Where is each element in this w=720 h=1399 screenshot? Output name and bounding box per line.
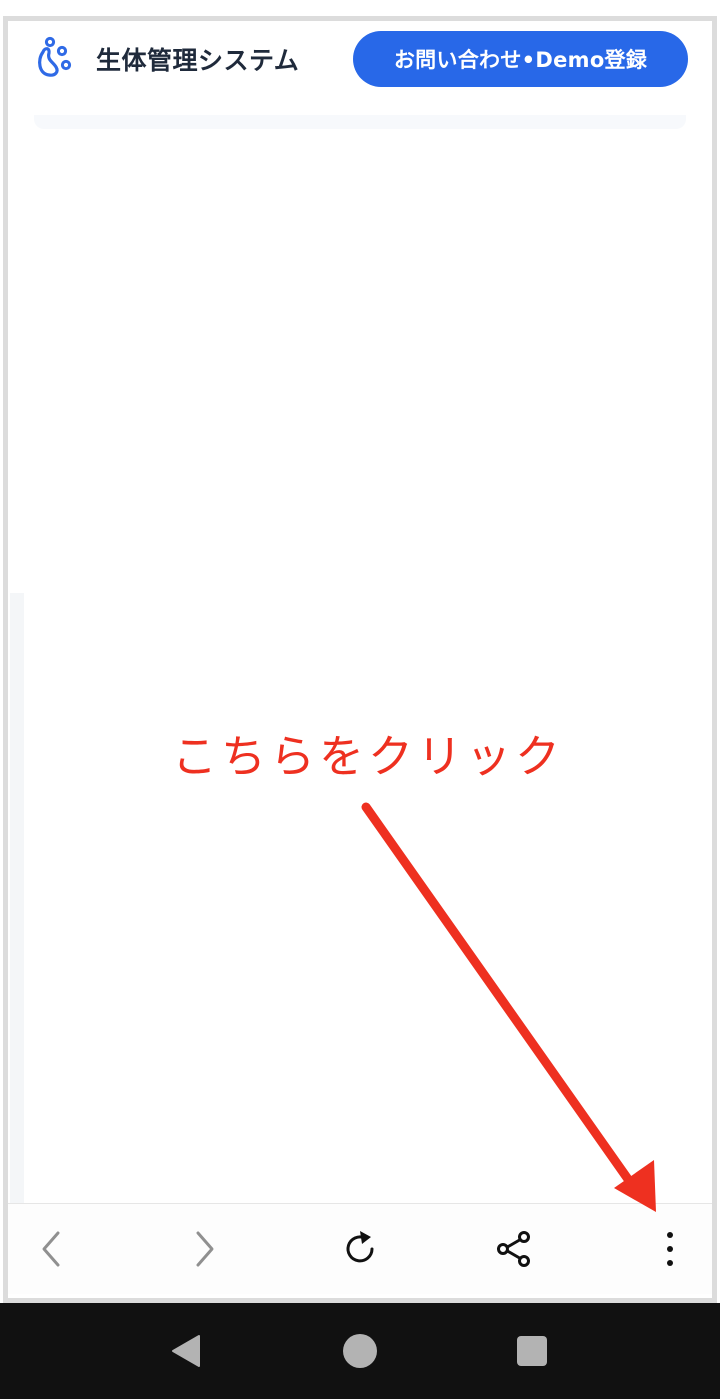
content-edge — [10, 593, 24, 1203]
site-header: 生体管理システム お問い合わせ•Demo登録 — [8, 21, 712, 101]
back-icon[interactable] — [26, 1224, 76, 1274]
annotation-label: こちらをクリック — [172, 730, 565, 783]
system-nav-bar — [0, 1303, 720, 1399]
browser-toolbar — [8, 1203, 712, 1294]
browser-frame: 生体管理システム お問い合わせ•Demo登録 こちらをクリック — [0, 0, 720, 1303]
site-logo-text[interactable]: 生体管理システム — [96, 41, 299, 77]
paw-logo-icon[interactable] — [33, 34, 81, 82]
more-menu-icon[interactable] — [645, 1224, 695, 1274]
share-icon[interactable] — [489, 1224, 539, 1274]
reload-icon[interactable] — [335, 1224, 385, 1274]
header-divider — [34, 115, 686, 129]
back-triangle-icon[interactable] — [165, 1331, 205, 1371]
recents-square-icon[interactable] — [512, 1331, 552, 1371]
web-page: 生体管理システム お問い合わせ•Demo登録 — [8, 21, 712, 1203]
contact-demo-button[interactable]: お問い合わせ•Demo登録 — [353, 31, 688, 87]
home-circle-icon[interactable] — [340, 1331, 380, 1371]
forward-icon[interactable] — [180, 1224, 230, 1274]
